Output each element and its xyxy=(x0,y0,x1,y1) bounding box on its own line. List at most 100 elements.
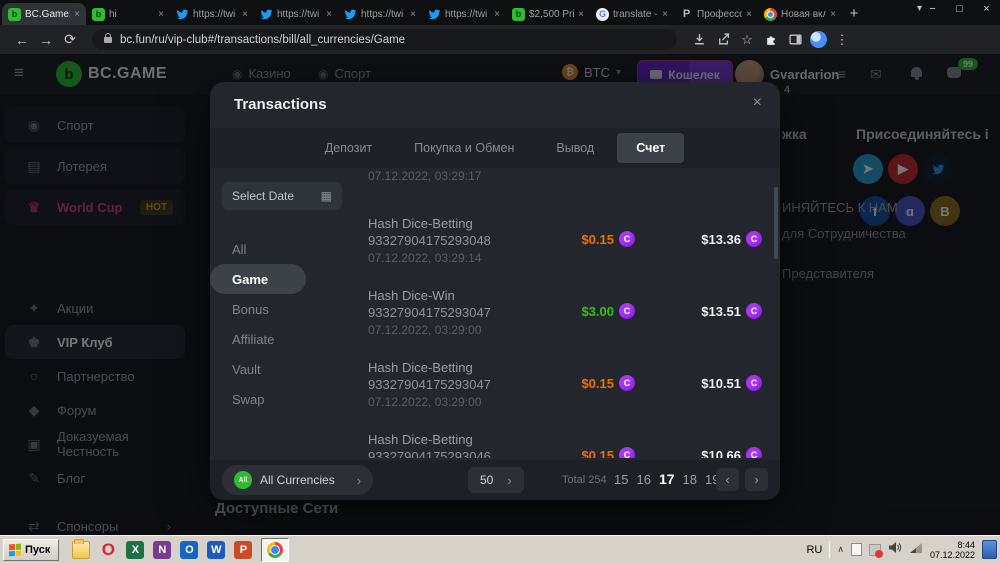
browser-menu-icon[interactable]: ⋮ xyxy=(830,32,854,48)
tab-close-icon[interactable]: × xyxy=(410,9,416,20)
tab-close-icon[interactable]: × xyxy=(158,9,164,20)
transaction-amount: $0.15C xyxy=(581,375,635,391)
select-date-button[interactable]: Select Date ▦ xyxy=(222,182,342,210)
browser-tab[interactable]: bBC.Game:× xyxy=(2,3,86,25)
forward-button[interactable]: → xyxy=(34,32,58,48)
quick-launch: OXNOWP xyxy=(72,538,289,562)
amount-value: $3.00 xyxy=(581,304,614,319)
close-window-button[interactable]: × xyxy=(973,0,1000,21)
start-button[interactable]: Пуск xyxy=(3,539,59,561)
page-18[interactable]: 18 xyxy=(683,472,697,487)
filter-all[interactable]: All xyxy=(210,234,358,264)
taskbar-app-powerpoint[interactable]: P xyxy=(234,541,252,559)
transaction-balance: $13.36C xyxy=(701,231,762,247)
side-panel-icon[interactable] xyxy=(783,33,807,46)
filter-affiliate[interactable]: Affiliate xyxy=(210,324,358,354)
tab-close-icon[interactable]: × xyxy=(326,9,332,20)
chevron-right-icon: › xyxy=(507,473,511,488)
browser-tab[interactable]: b $2,500 Pri × xyxy=(506,3,590,25)
install-icon[interactable] xyxy=(687,33,711,46)
browser-tab[interactable]: https://twi× xyxy=(422,3,506,25)
tab-title: BC.Game: xyxy=(25,9,70,20)
close-icon[interactable]: × xyxy=(753,94,762,112)
tab-покупка и обмен[interactable]: Покупка и Обмен xyxy=(395,133,533,163)
share-icon[interactable] xyxy=(711,33,735,46)
balance-value: $10.66 xyxy=(701,448,741,459)
network-icon[interactable] xyxy=(909,541,923,559)
tab-close-icon[interactable]: × xyxy=(494,9,500,20)
error-tray-icon[interactable] xyxy=(869,544,881,556)
browser-tab[interactable]: bhi× xyxy=(86,3,170,25)
tab-close-icon[interactable]: × xyxy=(830,9,836,20)
page-16[interactable]: 16 xyxy=(636,472,650,487)
clock[interactable]: 8:44 07.12.2022 xyxy=(930,540,975,560)
p-favicon: P xyxy=(680,8,693,21)
transactions-list: 07.12.2022, 03:29:17Hash Dice-Betting933… xyxy=(358,168,770,458)
page-15[interactable]: 15 xyxy=(614,472,628,487)
bookmark-star-icon[interactable]: ☆ xyxy=(735,32,759,48)
page-17[interactable]: 17 xyxy=(659,471,675,487)
modal-filter-panel: Select Date ▦ AllGameBonusAffiliateVault… xyxy=(210,168,358,460)
taskbar-app-opera[interactable]: O xyxy=(99,541,117,559)
next-page-button[interactable]: › xyxy=(745,468,768,491)
browser-tab[interactable]: https://twi× xyxy=(254,3,338,25)
tab-close-icon[interactable]: × xyxy=(578,9,584,20)
filter-game[interactable]: Game xyxy=(210,264,306,294)
prev-page-button[interactable]: ‹ xyxy=(716,468,739,491)
pagination-nav: ‹ › xyxy=(716,468,768,491)
filter-swap[interactable]: Swap xyxy=(210,384,358,414)
bc-favicon: b xyxy=(512,8,525,21)
minimize-button[interactable]: − xyxy=(919,0,946,21)
transaction-balance: $13.51C xyxy=(701,303,762,319)
browser-tab[interactable]: Новая вкл × xyxy=(758,3,842,25)
address-bar[interactable]: bc.fun/ru/vip-club#/transactions/bill/al… xyxy=(92,29,677,50)
tab-close-icon[interactable]: × xyxy=(242,9,248,20)
browser-tab[interactable]: PПрофессо× xyxy=(674,3,758,25)
currency-filter-button[interactable]: All All Currencies › xyxy=(222,465,373,495)
coin-icon: C xyxy=(619,303,635,319)
taskbar-app-onenote[interactable]: N xyxy=(153,541,171,559)
taskbar-app-word[interactable]: W xyxy=(207,541,225,559)
tray-expand-icon[interactable]: ∧ xyxy=(837,544,844,555)
transaction-date: 07.12.2022, 03:29:00 xyxy=(368,394,770,410)
browser-tab[interactable]: https://twi× xyxy=(170,3,254,25)
tab-title: $2,500 Pri xyxy=(529,9,574,20)
browser-tab[interactable]: Gtranslate - × xyxy=(590,3,674,25)
taskbar-app-explorer[interactable] xyxy=(72,541,90,559)
transaction-amount: $3.00 C xyxy=(581,303,635,319)
taskbar-app-outlook[interactable]: O xyxy=(180,541,198,559)
filter-vault[interactable]: Vault xyxy=(210,354,358,384)
scrollbar-thumb[interactable] xyxy=(774,187,778,259)
transaction-name: Hash Dice-Betting xyxy=(368,216,770,232)
volume-icon[interactable] xyxy=(888,541,902,559)
language-indicator[interactable]: RU xyxy=(806,544,822,556)
new-tab-button[interactable]: + xyxy=(842,3,866,25)
tab-strip: bBC.Game:×bhi×https://twi×https://twi×ht… xyxy=(0,0,1000,25)
browser-tab[interactable]: https://twi× xyxy=(338,3,422,25)
taskbar-app-excel[interactable]: X xyxy=(126,541,144,559)
filter-bonus[interactable]: Bonus xyxy=(210,294,358,324)
tray-divider xyxy=(829,541,830,558)
page-size-button[interactable]: 50 › xyxy=(468,467,524,493)
reload-button[interactable]: ⟳ xyxy=(58,31,82,48)
tab-title: translate - xyxy=(613,9,658,20)
modal-title: Transactions xyxy=(234,96,327,113)
tab-депозит[interactable]: Депозит xyxy=(306,133,391,163)
back-button[interactable]: ← xyxy=(10,32,34,48)
coin-icon: C xyxy=(746,447,762,458)
profile-avatar[interactable] xyxy=(810,31,827,48)
tab-close-icon[interactable]: × xyxy=(662,9,668,20)
show-desktop-button[interactable] xyxy=(982,540,997,559)
extensions-puzzle-icon[interactable] xyxy=(759,33,783,46)
tab-вывод[interactable]: Вывод xyxy=(537,133,613,163)
tab-title: Новая вкл xyxy=(781,9,826,20)
tab-close-icon[interactable]: × xyxy=(746,9,752,20)
maximize-button[interactable]: □ xyxy=(946,0,973,21)
bc-favicon: b xyxy=(92,8,105,21)
tab-счет[interactable]: Счет xyxy=(617,133,684,163)
google-favicon: G xyxy=(596,8,609,21)
clipboard-tray-icon[interactable] xyxy=(851,543,862,556)
transaction-date: 07.12.2022, 03:29:17 xyxy=(368,168,770,184)
tab-close-icon[interactable]: × xyxy=(74,9,80,20)
taskbar-app-chrome[interactable] xyxy=(261,538,289,562)
